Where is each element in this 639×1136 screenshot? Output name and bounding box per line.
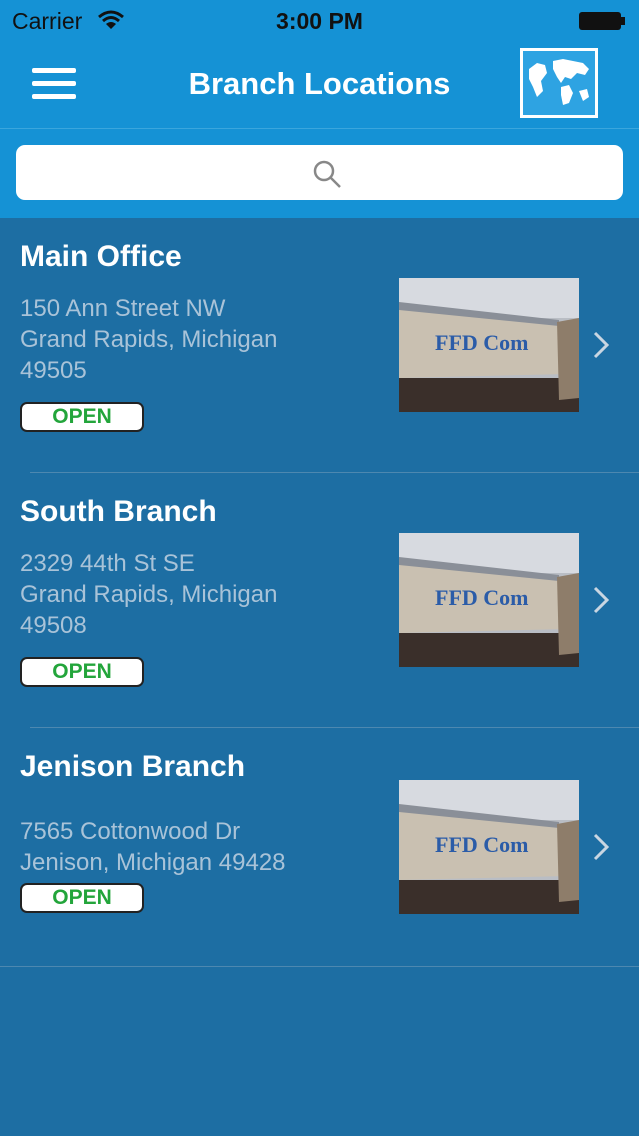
address-line: 150 Ann Street NW (20, 295, 226, 322)
battery-icon (579, 12, 625, 30)
branch-address: 150 Ann Street NW Grand Rapids, Michigan… (20, 293, 277, 386)
branch-address: 7565 Cottonwood Dr Jenison, Michigan 494… (20, 816, 286, 878)
address-line: Grand Rapids, Michigan (20, 581, 278, 608)
search-icon (313, 160, 341, 188)
world-map-icon (529, 59, 589, 105)
address-line: 49505 (20, 357, 87, 384)
branch-row-south-branch[interactable]: South Branch 2329 44th St SE Grand Rapid… (0, 473, 639, 728)
branch-name: Main Office (20, 240, 182, 273)
address-line: 7565 Cottonwood Dr (20, 818, 241, 845)
chevron-right-icon (593, 331, 610, 359)
branch-photo: FFD Com (399, 780, 579, 914)
branch-list: Main Office 150 Ann Street NW Grand Rapi… (0, 218, 639, 978)
address-line: 2329 44th St SE (20, 550, 195, 577)
photo-sign-text: FFD Com (435, 585, 528, 610)
status-badge: OPEN (20, 883, 144, 913)
status-badge: OPEN (20, 657, 144, 687)
branch-photo: FFD Com (399, 533, 579, 667)
address-line: Grand Rapids, Michigan (20, 326, 278, 353)
branch-address: 2329 44th St SE Grand Rapids, Michigan 4… (20, 548, 277, 641)
address-line: Jenison, Michigan 49428 (20, 849, 286, 876)
search-bar[interactable] (16, 145, 623, 200)
branch-photo: FFD Com (399, 278, 579, 412)
header: Carrier 3:00 PM Branch Locations (0, 0, 639, 218)
row-divider (0, 966, 639, 967)
status-time: 3:00 PM (276, 8, 363, 34)
address-line: 49508 (20, 612, 87, 639)
map-view-button[interactable] (520, 48, 598, 118)
photo-sign-text: FFD Com (435, 832, 528, 857)
chevron-right-icon (593, 586, 610, 614)
branch-row-main-office[interactable]: Main Office 150 Ann Street NW Grand Rapi… (0, 218, 639, 473)
branch-name: South Branch (20, 495, 217, 528)
photo-sign-text: FFD Com (435, 330, 528, 355)
chevron-right-icon (593, 833, 610, 861)
status-badge: OPEN (20, 402, 144, 432)
status-bar: Carrier 3:00 PM (0, 0, 639, 42)
branch-name: Jenison Branch (20, 750, 246, 783)
branch-row-jenison-branch[interactable]: Jenison Branch 7565 Cottonwood Dr Jeniso… (0, 728, 639, 978)
nav-bar: Branch Locations (0, 42, 639, 129)
